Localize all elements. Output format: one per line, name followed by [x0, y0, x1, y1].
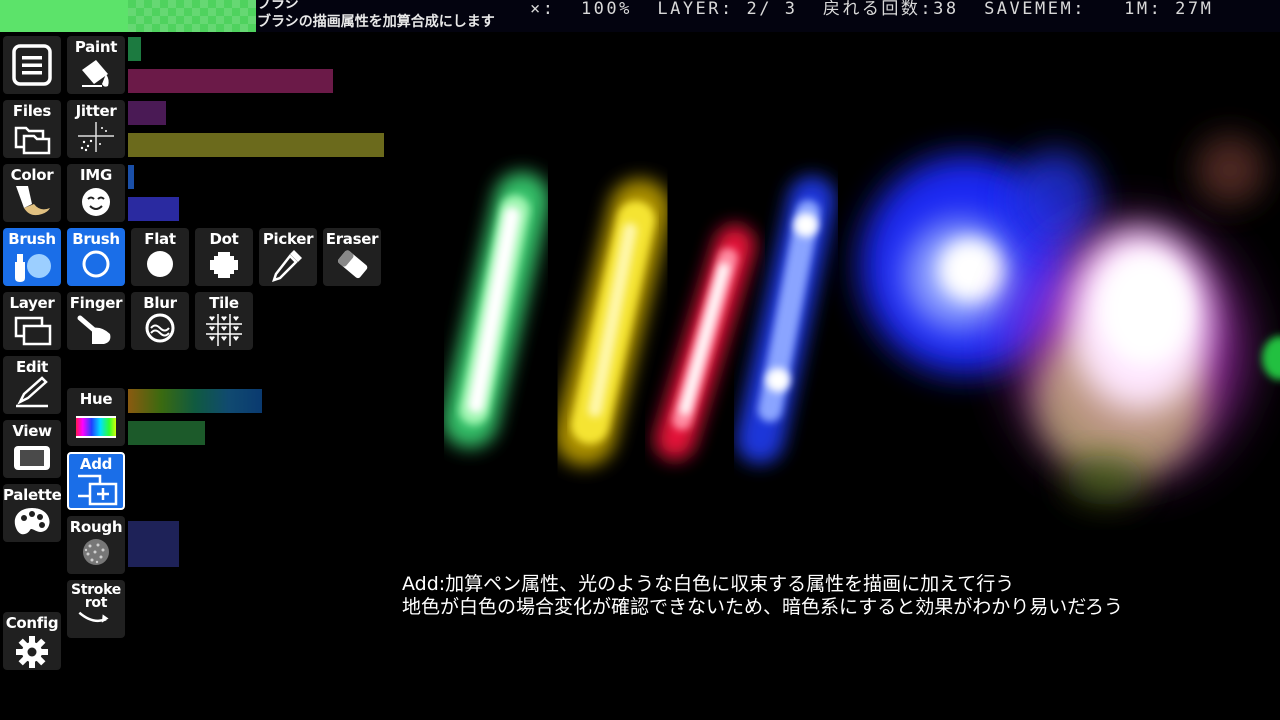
paint-button[interactable]: Paint: [67, 36, 125, 94]
jitter-amount-slider-bar[interactable]: [128, 101, 166, 125]
add-blend-icon: [78, 474, 118, 506]
flat-circle-icon: [147, 251, 173, 277]
brush-type-eraser[interactable]: Eraser: [323, 228, 381, 286]
blur-tool-button[interactable]: Blur: [131, 292, 189, 350]
status-bar: ブラシ ブラシの描画属性を加算合成にします ×: 100% LAYER: 2/ …: [0, 0, 1280, 32]
jitter-label: Jitter: [75, 102, 117, 120]
brush-type-picker[interactable]: Picker: [259, 228, 317, 286]
brush-type-flat[interactable]: Flat: [131, 228, 189, 286]
brush-type-brush[interactable]: Brush: [67, 228, 125, 286]
green-glow-stroke: [442, 172, 550, 448]
jitter-button[interactable]: Jitter: [67, 100, 125, 158]
tile-pattern-icon: [206, 314, 242, 346]
status-readout: ×: 100% LAYER: 2/ 3 戻れる回数:38 SAVEMEM: 1M…: [530, 0, 1214, 19]
paint-label: Paint: [74, 38, 118, 56]
blue-glow-stroke: [736, 176, 836, 464]
rough-amount-slider-bar[interactable]: [128, 521, 179, 567]
pen-edit-icon: [16, 376, 48, 408]
finger-tool-label: Finger: [69, 294, 123, 312]
rainbow-hue-icon: [76, 416, 116, 438]
tablet-view-icon: [14, 446, 50, 470]
face-stamp-icon: [82, 188, 110, 216]
rough-label: Rough: [69, 518, 123, 536]
blur-icon: [145, 313, 175, 343]
dot-icon: [210, 252, 238, 278]
config-button[interactable]: Config: [3, 612, 61, 670]
color-alpha-preview[interactable]: [128, 0, 256, 32]
config-label: Config: [5, 614, 59, 632]
rough-button[interactable]: Rough: [67, 516, 125, 574]
caption-line-2: 地色が白色の場合変化が確認できないため、暗色系にすると効果がわかり易いだろう: [402, 596, 1124, 618]
yellow-glow-stroke: [554, 179, 671, 466]
caption-line-1: Add:加算ペン属性、光のような白色に収束する属性を描画に加えて行う: [402, 573, 1015, 595]
rough-texture-icon: [83, 539, 109, 565]
tile-tool-label: Tile: [209, 294, 239, 312]
hue-shift-slider-bar[interactable]: [128, 389, 262, 413]
files-label: Files: [12, 102, 52, 120]
color-button[interactable]: Color: [3, 164, 61, 222]
folder-icon: [14, 126, 51, 155]
brush-type-dot[interactable]: Dot: [195, 228, 253, 286]
brush-type-dot-label: Dot: [209, 230, 239, 248]
hue-button[interactable]: Hue: [67, 388, 125, 446]
green-glow-edge: [1262, 336, 1280, 380]
brush-type-picker-label: Picker: [262, 230, 314, 248]
round-brush-icon: [82, 250, 110, 278]
current-color-swatch[interactable]: [0, 0, 128, 32]
hue-amount-slider-bar[interactable]: [128, 421, 205, 445]
menu-button[interactable]: [3, 36, 61, 94]
eraser-icon: [338, 250, 368, 279]
view-button[interactable]: View: [3, 420, 61, 478]
brush-type-eraser-label: Eraser: [325, 230, 379, 248]
brush-icon: [15, 254, 51, 282]
img-label: IMG: [80, 166, 112, 184]
stroke-rot-button[interactable]: Stroke rot: [67, 580, 125, 638]
jitter-spread-slider-bar[interactable]: [128, 133, 384, 157]
brush-tab-label: Brush: [8, 230, 56, 248]
stroke-rotate-icon: [78, 611, 109, 623]
palette-label: Palette: [3, 486, 61, 504]
palette-icon: [14, 508, 50, 535]
layer-label: Layer: [9, 294, 55, 312]
hue-label: Hue: [79, 390, 113, 408]
img-button[interactable]: IMG: [67, 164, 125, 222]
add-blend-label: Add: [79, 455, 113, 473]
add-blend-button[interactable]: Add: [67, 452, 125, 510]
img-size-slider-bar[interactable]: [128, 165, 134, 189]
gear-icon: [16, 636, 48, 668]
hamburger-menu-icon: [12, 44, 52, 86]
red-glow-stroke: [655, 225, 755, 460]
jitter-icon: [78, 122, 114, 152]
finger-smudge-icon: [77, 315, 111, 344]
eyedropper-icon: [272, 250, 302, 282]
paint-bucket-icon: [82, 60, 109, 87]
tool-name: ブラシ: [257, 0, 299, 12]
layer-button[interactable]: Layer: [3, 292, 61, 350]
img-alpha-slider-bar[interactable]: [128, 197, 179, 221]
brush-type-flat-label: Flat: [144, 230, 176, 248]
blur-tool-label: Blur: [143, 294, 177, 312]
edit-button[interactable]: Edit: [3, 356, 61, 414]
brush-type-brush-label: Brush: [72, 230, 120, 248]
alpha-slider-bar[interactable]: [128, 69, 333, 93]
files-button[interactable]: Files: [3, 100, 61, 158]
finger-tool-button[interactable]: Finger: [67, 292, 125, 350]
tile-tool-button[interactable]: Tile: [195, 292, 253, 350]
paint-tube-icon: [16, 186, 50, 216]
view-label: View: [12, 422, 52, 440]
brush-tab-button[interactable]: Brush: [3, 228, 61, 286]
palette-button[interactable]: Palette: [3, 484, 61, 542]
layers-icon: [14, 316, 52, 346]
color-label: Color: [10, 166, 54, 184]
size-slider-bar[interactable]: [128, 37, 141, 61]
caption: Add:加算ペン属性、光のような白色に収束する属性を描画に加えて行う 地色が白色…: [402, 573, 1123, 619]
edit-label: Edit: [15, 358, 49, 376]
tool-description: ブラシの描画属性を加算合成にします: [257, 14, 495, 30]
